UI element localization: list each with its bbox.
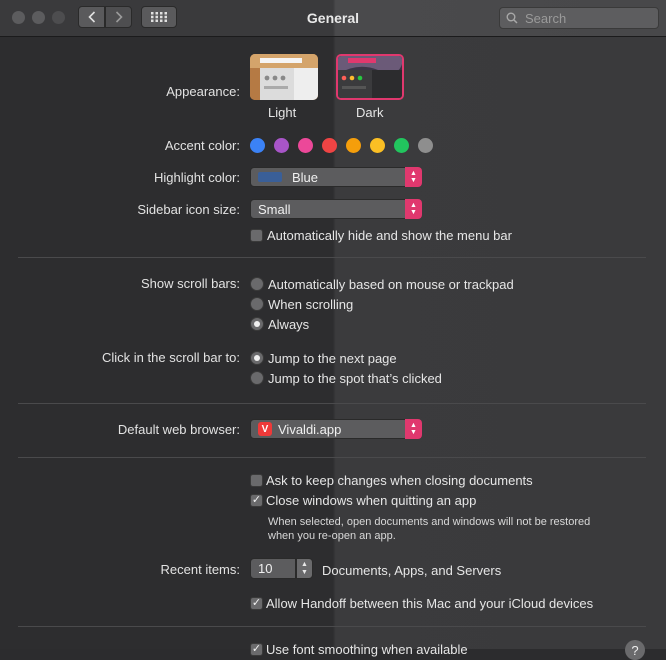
- accent-swatch-graphite[interactable]: [418, 138, 433, 153]
- accent-color-label: Accent color:: [164, 138, 240, 153]
- accent-swatch-red[interactable]: [322, 138, 337, 153]
- help-button[interactable]: ?: [625, 640, 645, 660]
- font-smoothing-checkbox[interactable]: ✓: [250, 643, 263, 656]
- separator: [18, 457, 646, 458]
- separator: [18, 403, 646, 404]
- menu-bar-checkbox-label[interactable]: Automatically hide and show the menu bar: [267, 228, 512, 243]
- appearance-option-light[interactable]: Light: [268, 105, 296, 120]
- handoff-checkbox[interactable]: ✓: [250, 597, 263, 610]
- popup-arrows-icon: ▲ ▼: [405, 419, 422, 439]
- search-field[interactable]: [499, 7, 659, 29]
- accent-swatch-orange[interactable]: [346, 138, 361, 153]
- highlight-value: Blue: [292, 169, 319, 185]
- highlight-swatch: [258, 172, 282, 182]
- close-windows-note-line2: when you re-open an app.: [268, 530, 396, 542]
- close-windows-note-line1: When selected, open documents and window…: [268, 516, 591, 528]
- accent-swatch-blue[interactable]: [250, 138, 265, 153]
- scroll-bars-always-label[interactable]: Always: [268, 317, 309, 332]
- stepper-down-icon[interactable]: ▼: [301, 569, 308, 577]
- sidebar-icon-size-label: Sidebar icon size:: [137, 202, 240, 217]
- handoff-label[interactable]: Allow Handoff between this Mac and your …: [266, 596, 593, 611]
- default-browser-popup[interactable]: V Vivaldi.app ▲ ▼: [250, 419, 422, 439]
- click-next-page-radio[interactable]: [250, 351, 264, 365]
- font-smoothing-label[interactable]: Use font smoothing when available: [266, 642, 468, 657]
- search-icon: [506, 12, 518, 24]
- accent-swatch-purple[interactable]: [274, 138, 289, 153]
- search-input[interactable]: [523, 9, 647, 27]
- dark-mode-preview-icon: [338, 56, 402, 98]
- click-spot-label[interactable]: Jump to the spot that’s clicked: [268, 371, 442, 386]
- appearance-light-thumbnail[interactable]: [250, 54, 318, 100]
- show-scroll-bars-label: Show scroll bars:: [141, 276, 240, 291]
- sidebar-icon-size-popup[interactable]: Small ▲ ▼: [250, 199, 422, 219]
- default-browser-value: Vivaldi.app: [278, 421, 342, 437]
- sidebar-icon-size-value: Small: [258, 201, 291, 217]
- help-icon: ?: [631, 642, 639, 658]
- system-preferences-window: General Appearance: Light Dark: [0, 0, 666, 660]
- click-scroll-bar-label: Click in the scroll bar to:: [102, 350, 240, 365]
- scroll-bars-always-radio[interactable]: [250, 317, 264, 331]
- click-spot-radio[interactable]: [250, 371, 264, 385]
- recent-items-field[interactable]: 10: [250, 558, 296, 579]
- vivaldi-icon: V: [258, 422, 272, 436]
- recent-items-suffix: Documents, Apps, and Servers: [322, 563, 502, 578]
- separator: [18, 626, 646, 627]
- appearance-option-dark[interactable]: Dark: [356, 105, 383, 120]
- scroll-bars-auto-label[interactable]: Automatically based on mouse or trackpad: [268, 277, 514, 292]
- titlebar: General: [0, 0, 666, 37]
- recent-items-label: Recent items:: [160, 562, 240, 577]
- scroll-bars-when-scrolling-label[interactable]: When scrolling: [268, 297, 353, 312]
- menu-bar-checkbox[interactable]: [250, 229, 263, 242]
- ask-keep-changes-label[interactable]: Ask to keep changes when closing documen…: [266, 473, 533, 488]
- default-browser-label: Default web browser:: [117, 422, 240, 437]
- recent-items-value: 10: [258, 561, 273, 576]
- close-windows-label[interactable]: Close windows when quitting an app: [266, 493, 476, 508]
- accent-swatch-yellow[interactable]: [370, 138, 385, 153]
- scroll-bars-when-scrolling-radio[interactable]: [250, 297, 264, 311]
- appearance-dark-thumbnail[interactable]: [336, 54, 404, 100]
- stepper-up-icon[interactable]: ▲: [301, 561, 308, 569]
- separator: [18, 257, 646, 258]
- close-windows-checkbox[interactable]: ✓: [250, 494, 263, 507]
- highlight-color-popup[interactable]: Blue ▲ ▼: [250, 167, 422, 187]
- light-mode-preview-icon: [250, 54, 318, 100]
- recent-items-stepper[interactable]: ▲ ▼: [296, 558, 313, 579]
- popup-arrows-icon: ▲ ▼: [405, 199, 422, 219]
- click-next-page-label[interactable]: Jump to the next page: [268, 351, 397, 366]
- scroll-bars-auto-radio[interactable]: [250, 277, 264, 291]
- highlight-color-label: Highlight color:: [154, 170, 240, 185]
- accent-swatch-pink[interactable]: [298, 138, 313, 153]
- popup-arrows-icon: ▲ ▼: [405, 167, 422, 187]
- ask-keep-changes-checkbox[interactable]: [250, 474, 263, 487]
- accent-swatch-green[interactable]: [394, 138, 409, 153]
- appearance-label: Appearance:: [166, 84, 240, 99]
